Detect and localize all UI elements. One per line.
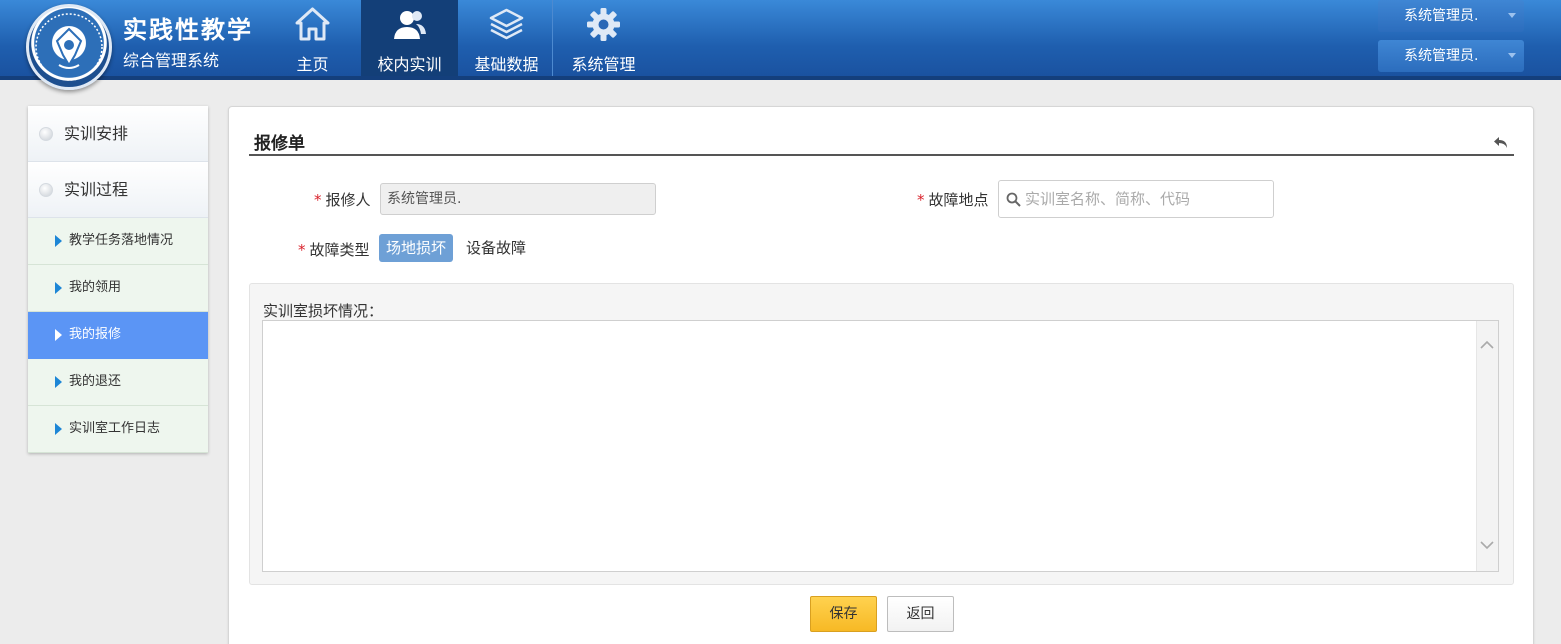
reporter-field: 系统管理员. [380,183,656,215]
sidebar-group-training-process[interactable]: 实训过程 [28,162,208,218]
sidebar-item-my-repairs[interactable]: 我的报修 [28,312,208,359]
reporter-label: * 报修人 [314,189,371,210]
nav-basic-data-label: 基础数据 [474,55,539,74]
sidebar-group-training-schedule[interactable]: 实训安排 [28,106,208,162]
reporter-label-text: 报修人 [325,191,371,209]
sidebar-item-my-returns[interactable]: 我的退还 [28,359,208,406]
back-button[interactable]: 返回 [887,596,954,632]
required-mark: * [314,191,322,209]
nav-home-label: 主页 [296,55,329,74]
save-button[interactable]: 保存 [810,596,877,632]
sidebar: 实训安排 实训过程 教学任务落地情况 我的领用 我的报修 我的退还 实训室工作日… [28,106,208,453]
sidebar-group-label: 实训安排 [64,124,129,143]
user-menu-1[interactable]: 系统管理员. [1378,0,1524,32]
sidebar-item-label: 教学任务落地情况 [69,233,174,248]
location-label: * 故障地点 [917,189,989,210]
users-icon [394,11,426,39]
location-label-text: 故障地点 [928,191,989,209]
user-name-2: 系统管理员. [1404,48,1479,64]
nav-campus-training-label: 校内实训 [377,55,442,74]
top-header: 实践性教学 综合管理系统 主页 校内实训 基础数据 系统管理 系统管理员. 系统… [0,0,1561,90]
required-mark: * [917,191,925,209]
sidebar-item-label: 我的退还 [69,374,122,389]
user-menu-2[interactable]: 系统管理员. [1378,40,1524,72]
school-logo [26,4,112,90]
location-search-field[interactable] [998,180,1274,218]
fault-type-label: * 故障类型 [298,239,370,260]
textarea-scrollbar[interactable] [1476,321,1498,571]
sidebar-item-teaching-tasks[interactable]: 教学任务落地情况 [28,218,208,265]
caret-down-icon [1508,53,1516,58]
damage-description-label: 实训室损坏情况： [263,302,384,320]
main-nav: 主页 校内实训 基础数据 系统管理 [264,0,652,76]
damage-description-textarea[interactable] [262,320,1499,572]
sidebar-item-label: 实训室工作日志 [69,421,161,436]
repair-form-panel: 报修单 *报修人 系统管理员. *故障地点 *故障类型 场地损坏 设备故障 实训… [228,106,1534,644]
nav-system-admin-label: 系统管理 [571,55,636,74]
reply-back-icon[interactable] [1493,135,1509,149]
title-divider [249,154,1514,156]
page-title: 报修单 [254,134,305,154]
location-search-input[interactable] [1025,181,1265,217]
home-icon [295,7,330,41]
fault-type-option-site-damage[interactable]: 场地损坏 [379,234,454,262]
triangle-right-icon [55,423,62,435]
chevron-down-icon[interactable] [1479,540,1495,550]
bullet-icon [39,127,53,141]
damage-description-section: 实训室损坏情况： [249,283,1514,585]
nav-divider [552,0,553,76]
sidebar-item-my-requisitions[interactable]: 我的领用 [28,265,208,312]
fault-type-option-equipment-failure[interactable]: 设备故障 [459,234,533,262]
app-title: 实践性教学 [123,16,253,44]
nav-basic-data[interactable]: 基础数据 [458,0,555,76]
triangle-right-icon [55,235,62,247]
fault-type-label-text: 故障类型 [309,241,370,259]
app-subtitle: 综合管理系统 [123,51,220,70]
triangle-right-icon [55,329,62,341]
sidebar-item-label: 我的领用 [69,280,122,295]
nav-campus-training[interactable]: 校内实训 [361,0,458,76]
layers-icon [489,8,524,40]
search-icon [1006,192,1021,207]
gear-icon [587,8,620,41]
bullet-icon [39,183,53,197]
sidebar-group-label: 实训过程 [64,180,129,199]
user-name-1: 系统管理员. [1404,8,1479,24]
chevron-up-icon[interactable] [1479,340,1495,350]
triangle-right-icon [55,282,62,294]
caret-down-icon [1508,13,1516,18]
sidebar-item-lab-work-log[interactable]: 实训室工作日志 [28,406,208,453]
sidebar-item-label: 我的报修 [69,327,122,342]
nav-system-admin[interactable]: 系统管理 [555,0,652,76]
triangle-right-icon [55,376,62,388]
required-mark: * [298,241,306,259]
nav-home[interactable]: 主页 [264,0,361,76]
